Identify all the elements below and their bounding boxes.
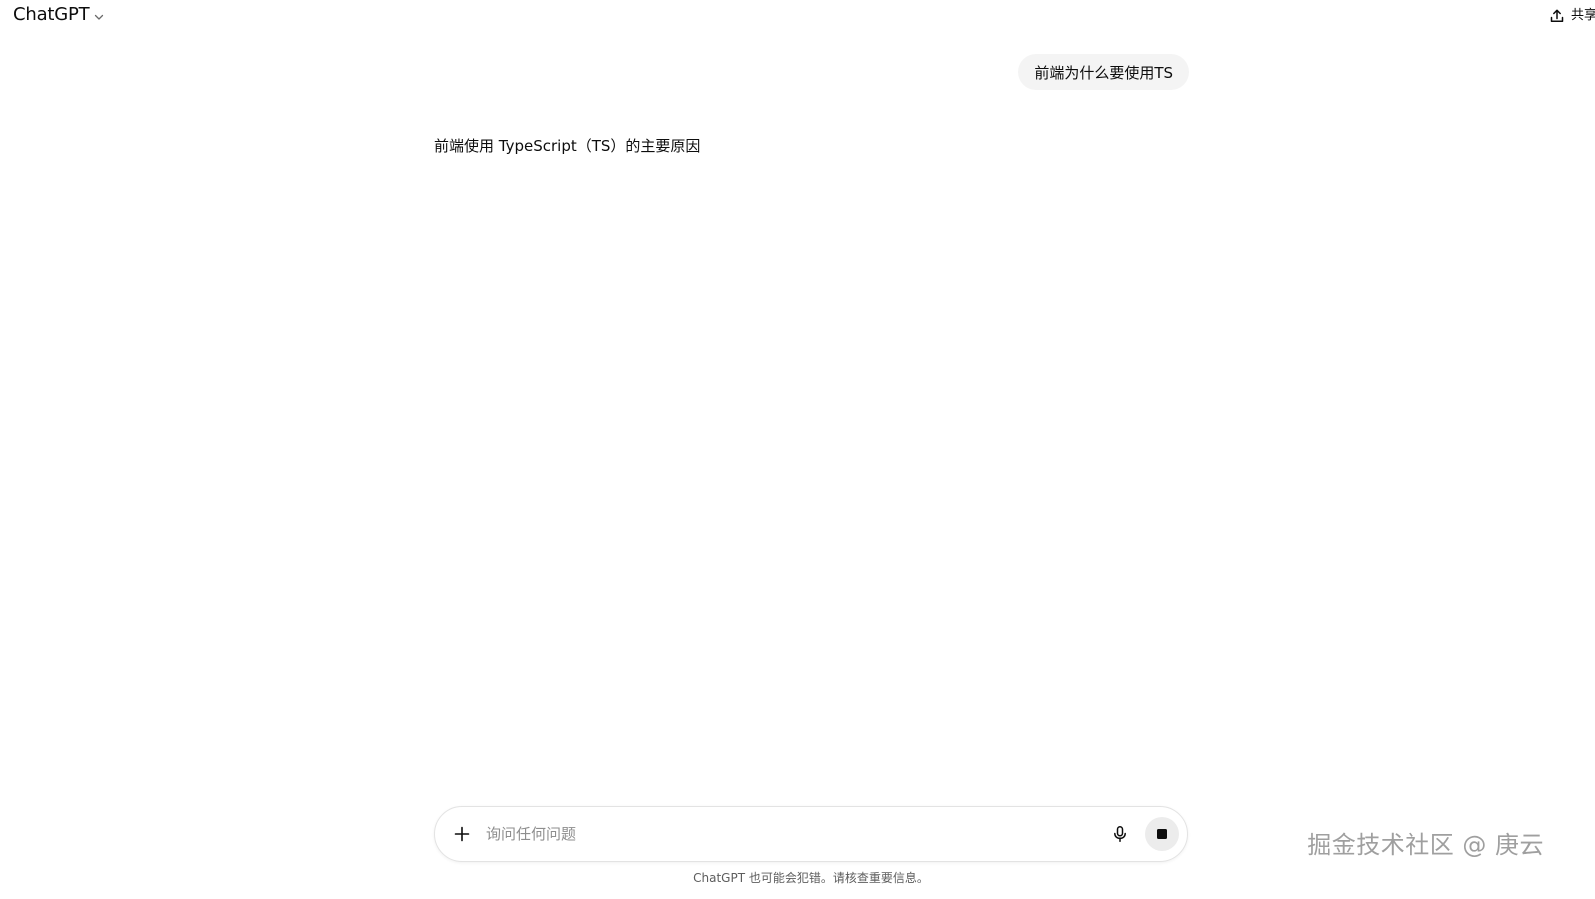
stop-generating-button[interactable] — [1145, 817, 1179, 851]
watermark-text: 掘金技术社区 @ 庚云 — [1307, 831, 1544, 859]
plus-icon — [454, 826, 470, 842]
chevron-down-icon — [95, 14, 104, 20]
microphone-icon — [1114, 826, 1126, 842]
stop-icon — [1157, 829, 1167, 839]
share-label: 共享 — [1571, 8, 1595, 23]
message-composer — [434, 806, 1188, 862]
chat-page: ChatGPT 共享 前端为什么要使用TS 前端使用 TypeScript（TS… — [0, 0, 1595, 899]
user-message-bubble: 前端为什么要使用TS — [1018, 54, 1189, 90]
assistant-message-text: 前端使用 TypeScript（TS）的主要原因 — [434, 137, 701, 155]
model-name: ChatGPT — [13, 4, 90, 25]
add-attachment-button[interactable] — [449, 821, 475, 847]
assistant-message: 前端使用 TypeScript（TS）的主要原因 — [434, 135, 700, 157]
share-upload-icon — [1550, 9, 1564, 22]
user-message-text: 前端为什么要使用TS — [1034, 63, 1173, 82]
top-bar: ChatGPT 共享 — [0, 0, 1595, 32]
model-selector-button[interactable]: ChatGPT — [13, 4, 105, 26]
voice-input-button[interactable] — [1107, 821, 1133, 847]
prompt-input[interactable] — [486, 822, 1086, 846]
disclaimer-text: ChatGPT 也可能会犯错。请核查重要信息。 — [693, 871, 929, 885]
share-button[interactable]: 共享 — [1549, 6, 1595, 26]
